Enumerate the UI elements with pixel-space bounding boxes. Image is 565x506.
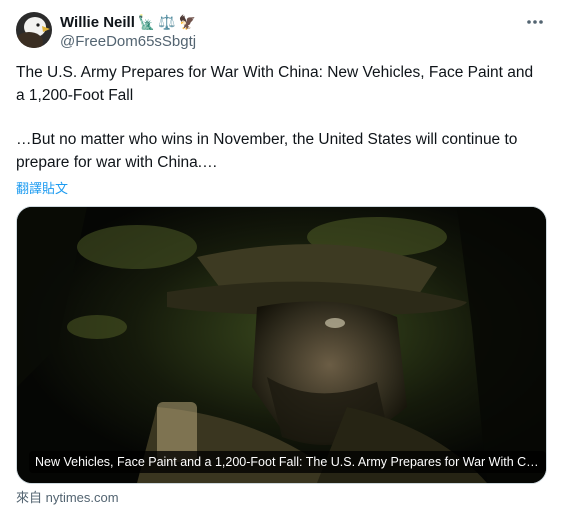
- tweet[interactable]: Willie Neill 🗽 ⚖️ 🦅 @FreeDom65sSbgtj The…: [0, 0, 565, 505]
- card-source[interactable]: 來自 nytimes.com: [16, 487, 119, 506]
- eagle-avatar-image: [16, 12, 52, 48]
- more-options-button[interactable]: [523, 12, 547, 32]
- avatar[interactable]: [16, 12, 52, 48]
- display-name[interactable]: Willie Neill: [60, 14, 135, 31]
- tweet-paragraph-2: …But no matter who wins in November, the…: [16, 131, 518, 171]
- tweet-text: The U.S. Army Prepares for War With Chin…: [16, 62, 541, 174]
- article-photo: [17, 207, 546, 483]
- link-card[interactable]: New Vehicles, Face Paint and a 1,200-Foo…: [16, 206, 547, 484]
- user-handle[interactable]: @FreeDom65sSbgtj: [60, 33, 196, 50]
- scales-emoji: ⚖️: [158, 14, 176, 30]
- card-title: New Vehicles, Face Paint and a 1,200-Foo…: [29, 451, 546, 473]
- eagle-emoji: 🦅: [178, 14, 197, 30]
- author-block: Willie Neill 🗽 ⚖️ 🦅 @FreeDom65sSbgtj: [60, 12, 196, 51]
- translate-post-link[interactable]: 翻譯貼文: [16, 178, 68, 197]
- tweet-paragraph-1: The U.S. Army Prepares for War With Chin…: [16, 64, 534, 104]
- statue-of-liberty-emoji: 🗽: [137, 14, 156, 30]
- name-row: Willie Neill 🗽 ⚖️ 🦅: [60, 12, 196, 32]
- more-horizontal-icon: [527, 20, 543, 24]
